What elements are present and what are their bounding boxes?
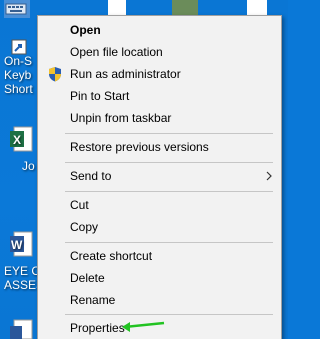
menu-item-label: Rename — [70, 293, 116, 307]
menu-item-create-shortcut[interactable]: Create shortcut — [38, 245, 281, 267]
menu-item-pin-to-start[interactable]: Pin to Start — [38, 85, 281, 107]
menu-item-label: Open file location — [70, 45, 163, 59]
svg-text:W: W — [11, 238, 23, 252]
menu-item-label: Restore previous versions — [70, 140, 209, 154]
menu-item-delete[interactable]: Delete — [38, 267, 281, 289]
menu-item-copy[interactable]: Copy — [38, 216, 281, 238]
chevron-right-icon — [266, 171, 272, 181]
menu-item-cut[interactable]: Cut — [38, 194, 281, 216]
menu-separator — [65, 314, 273, 315]
document-icon-top[interactable] — [108, 0, 126, 16]
menu-separator — [65, 242, 273, 243]
file-icon — [10, 319, 33, 339]
keyboard-icon-top[interactable] — [4, 0, 30, 18]
menu-item-open[interactable]: Open — [38, 19, 281, 41]
menu-item-label: Pin to Start — [70, 89, 130, 103]
desktop-icon-label: EYE C — [4, 264, 41, 278]
word-icon: W — [10, 231, 33, 257]
desktop-background: On-S Keyb Short X Jo W EYE C ASSES Open — [0, 0, 288, 339]
menu-item-rename[interactable]: Rename — [38, 289, 281, 311]
keyboard-icon — [5, 3, 27, 15]
menu-item-label: Run as administrator — [70, 67, 181, 81]
menu-item-label: Copy — [70, 220, 99, 234]
desktop-icon-partial-bottom[interactable] — [10, 318, 34, 339]
desktop-icon-label: On-S — [4, 54, 33, 68]
desktop-icon-label: Keyb — [4, 68, 32, 82]
menu-separator — [65, 191, 273, 192]
menu-item-send-to[interactable]: Send to — [38, 165, 281, 187]
file-icon-top[interactable] — [247, 0, 267, 16]
desktop-icon-label: Short — [4, 82, 33, 96]
desktop-icon-label: Jo — [22, 159, 35, 173]
menu-item-open-file-location[interactable]: Open file location — [38, 41, 281, 63]
menu-item-unpin-from-taskbar[interactable]: Unpin from taskbar — [38, 107, 281, 129]
menu-item-label: Delete — [70, 271, 105, 285]
menu-item-label: Open — [70, 23, 101, 37]
context-menu: Open Open file location Run as administr… — [37, 15, 282, 339]
menu-separator — [65, 162, 273, 163]
menu-item-label: Send to — [70, 169, 112, 183]
uac-shield-icon — [49, 67, 61, 82]
svg-text:X: X — [13, 133, 21, 147]
menu-item-label: Unpin from taskbar — [70, 111, 172, 125]
menu-item-run-as-administrator[interactable]: Run as administrator — [38, 63, 281, 85]
menu-item-label: Create shortcut — [70, 249, 153, 263]
menu-item-label: Cut — [70, 198, 89, 212]
excel-icon: X — [10, 126, 33, 152]
annotation-arrow-icon — [122, 321, 165, 332]
menu-item-restore-previous-versions[interactable]: Restore previous versions — [38, 136, 281, 158]
menu-item-label: Properties — [70, 321, 125, 335]
menu-separator — [65, 133, 273, 134]
